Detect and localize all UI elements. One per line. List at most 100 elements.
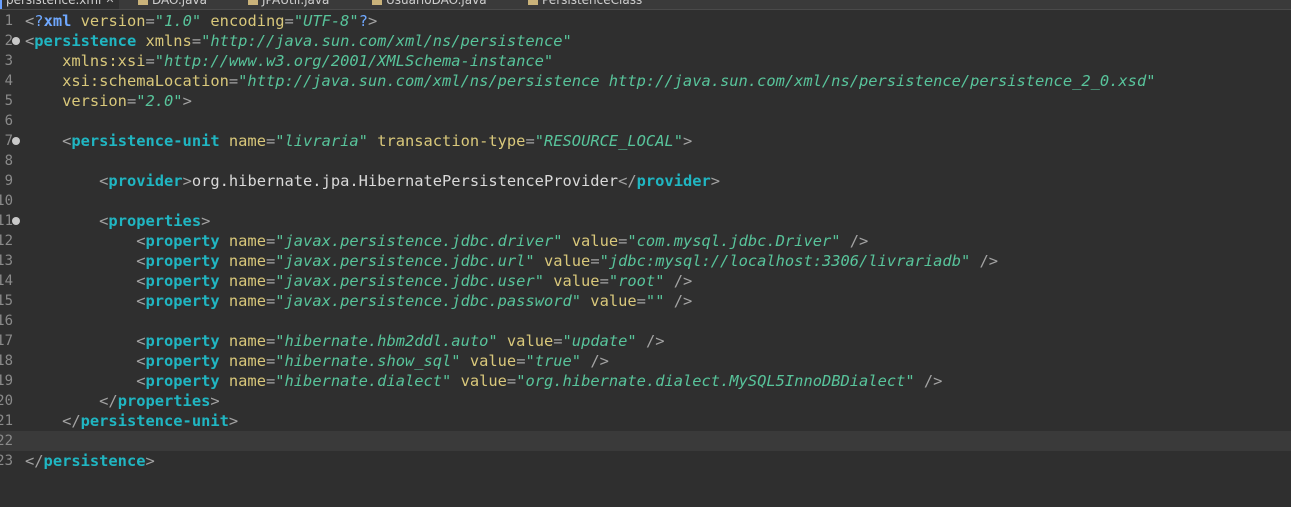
code-token: > bbox=[683, 132, 693, 150]
tab-label: PersistenceClass bbox=[542, 0, 643, 7]
code-token: /> bbox=[840, 232, 869, 250]
tab-dao-java[interactable]: DAO.java bbox=[138, 0, 207, 9]
code-token: > bbox=[182, 172, 192, 190]
fold-toggle-icon[interactable] bbox=[12, 137, 20, 145]
code-line[interactable]: 8 bbox=[0, 151, 1291, 171]
code-token: version bbox=[71, 12, 146, 30]
code-text: <persistence-unit name="livraria" transa… bbox=[25, 131, 692, 151]
code-line[interactable]: 4 xsi:schemaLocation="http://java.sun.co… bbox=[0, 71, 1291, 91]
code-line[interactable]: 6 bbox=[0, 111, 1291, 131]
code-token: /> bbox=[914, 372, 943, 390]
tab-persistenceclass[interactable]: PersistenceClass bbox=[528, 0, 642, 9]
code-token: > bbox=[228, 412, 239, 430]
code-token: value bbox=[543, 272, 600, 290]
code-token: < bbox=[62, 132, 72, 150]
code-editor[interactable]: 1 <?xml version="1.0" encoding="UTF-8"?> 2… bbox=[0, 11, 1291, 507]
line-number: 8 bbox=[4, 153, 13, 169]
code-line[interactable]: 7 <persistence-unit name="livraria" tran… bbox=[0, 131, 1291, 151]
close-icon[interactable]: ✕ bbox=[105, 0, 114, 9]
code-token: "1.0" bbox=[154, 12, 202, 30]
line-number: 20 bbox=[0, 393, 13, 409]
code-token: "com.mysql.jdbc.Driver" bbox=[627, 232, 841, 250]
code-line[interactable]: 21 </persistence-unit> bbox=[0, 411, 1291, 431]
code-line[interactable]: 17 <property name="hibernate.hbm2ddl.aut… bbox=[0, 331, 1291, 351]
code-text: </persistence-unit> bbox=[25, 411, 238, 431]
code-token: ? bbox=[358, 12, 368, 30]
code-token: /> bbox=[664, 292, 693, 310]
code-token: "update" bbox=[562, 332, 637, 350]
code-token: name bbox=[219, 132, 266, 150]
code-token: "root" bbox=[608, 272, 665, 290]
java-file-icon bbox=[138, 0, 148, 5]
code-token: "" bbox=[645, 292, 665, 310]
code-line[interactable]: 19 <property name="hibernate.dialect" va… bbox=[0, 371, 1291, 391]
code-token: provider bbox=[636, 172, 711, 190]
code-line[interactable]: 5 version="2.0"> bbox=[0, 91, 1291, 111]
code-token: value bbox=[581, 292, 637, 310]
code-token: transaction-type bbox=[367, 132, 526, 150]
code-token: = bbox=[191, 32, 202, 50]
code-text: <property name="hibernate.hbm2ddl.auto" … bbox=[25, 331, 664, 351]
code-line[interactable]: 15 <property name="javax.persistence.jdb… bbox=[0, 291, 1291, 311]
line-number: 18 bbox=[0, 353, 13, 369]
code-line[interactable]: 3 xmlns:xsi="http://www.w3.org/2001/XMLS… bbox=[0, 51, 1291, 71]
code-line[interactable]: 18 <property name="hibernate.show_sql" v… bbox=[0, 351, 1291, 371]
code-line[interactable]: 13 <property name="javax.persistence.jdb… bbox=[0, 251, 1291, 271]
tab-jpautil-java[interactable]: JPAUtil.java bbox=[248, 0, 329, 9]
code-token: property bbox=[145, 352, 220, 370]
fold-toggle-icon[interactable] bbox=[12, 217, 20, 225]
code-token: = bbox=[618, 232, 628, 250]
code-token: name bbox=[219, 252, 266, 270]
code-line[interactable]: 1 <?xml version="1.0" encoding="UTF-8"?> bbox=[0, 11, 1291, 31]
code-line[interactable]: 10 bbox=[0, 191, 1291, 211]
code-text: <properties> bbox=[25, 211, 210, 231]
code-token: = bbox=[265, 232, 276, 250]
line-number: 22 bbox=[0, 433, 13, 449]
code-text: <property name="javax.persistence.jdbc.p… bbox=[25, 291, 692, 311]
code-token: = bbox=[284, 12, 294, 30]
code-token: persistence bbox=[43, 452, 146, 470]
code-line[interactable]: 2 <persistence xmlns="http://java.sun.com… bbox=[0, 31, 1291, 51]
line-number: 1 bbox=[4, 13, 13, 29]
code-line[interactable]: 14 <property name="javax.persistence.jdb… bbox=[0, 271, 1291, 291]
code-token: = bbox=[553, 332, 563, 350]
code-token: property bbox=[145, 272, 220, 290]
code-line[interactable]: 23 </persistence> bbox=[0, 451, 1291, 471]
line-number: 14 bbox=[0, 273, 13, 289]
line-number: 5 bbox=[4, 93, 13, 109]
code-token: = bbox=[228, 72, 239, 90]
code-token: /> bbox=[664, 272, 693, 290]
code-line[interactable]: 20 </properties> bbox=[0, 391, 1291, 411]
code-token: = bbox=[145, 52, 155, 70]
code-line[interactable]: 11 <properties> bbox=[0, 211, 1291, 231]
code-token: = bbox=[506, 372, 517, 390]
line-number: 23 bbox=[0, 453, 13, 469]
code-token: < bbox=[25, 12, 35, 30]
tab-persistence-xml[interactable]: persistence.xml ✕ bbox=[0, 0, 119, 9]
code-line[interactable]: 9 <provider>org.hibernate.jpa.HibernateP… bbox=[0, 171, 1291, 191]
code-token: "hibernate.show_sql" bbox=[275, 352, 461, 370]
line-number: 17 bbox=[0, 333, 13, 349]
code-line[interactable]: 22 bbox=[0, 431, 1291, 451]
code-text: </properties> bbox=[25, 391, 220, 411]
code-line[interactable]: 12 <property name="javax.persistence.jdb… bbox=[0, 231, 1291, 251]
code-token: = bbox=[265, 352, 276, 370]
fold-toggle-icon[interactable] bbox=[12, 37, 20, 45]
code-token: name bbox=[219, 272, 266, 290]
code-token: = bbox=[265, 332, 276, 350]
code-text: xsi:schemaLocation="http://java.sun.com/… bbox=[25, 71, 1155, 91]
code-text: <?xml version="1.0" encoding="UTF-8"?> bbox=[25, 11, 377, 31]
code-line[interactable]: 16 bbox=[0, 311, 1291, 331]
code-token: = bbox=[599, 272, 609, 290]
code-token: > bbox=[201, 212, 211, 230]
code-token: persistence bbox=[34, 32, 137, 50]
code-token: name bbox=[219, 352, 266, 370]
code-text: <property name="hibernate.dialect" value… bbox=[25, 371, 942, 391]
code-token: > bbox=[182, 92, 192, 110]
tab-usuariodao-java[interactable]: UsuarioDAO.java bbox=[372, 0, 487, 9]
code-token: "2.0" bbox=[136, 92, 183, 110]
code-token: </ bbox=[62, 412, 81, 430]
